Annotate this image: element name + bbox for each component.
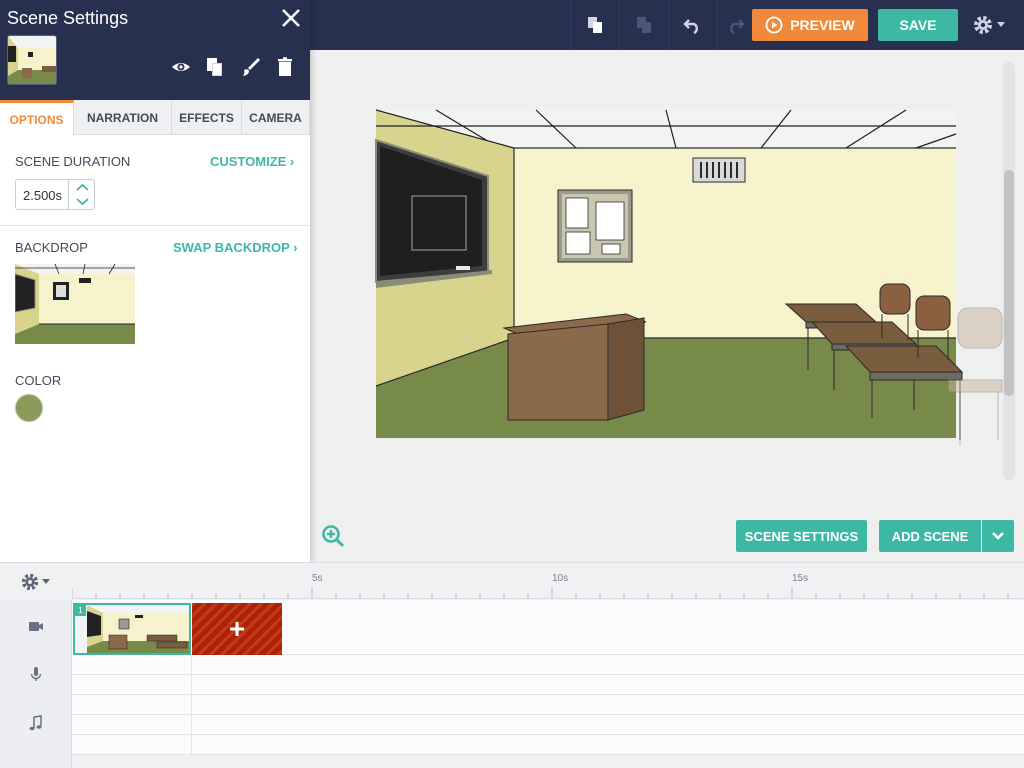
timeline-ruler[interactable]: 5s 10s 15s	[72, 563, 1024, 599]
microphone-icon	[30, 667, 42, 681]
add-scene-button[interactable]: ADD SCENE	[879, 520, 981, 552]
timeline-settings-button[interactable]	[20, 571, 54, 593]
customize-link[interactable]: CUSTOMIZE ›	[210, 154, 294, 169]
music-track-row[interactable]	[72, 735, 1024, 755]
chevron-down-icon	[992, 532, 1004, 540]
gear-icon	[21, 573, 39, 591]
brush-icon[interactable]	[240, 56, 262, 78]
scene-duration-label: SCENE DURATION	[15, 154, 131, 169]
panel-title: Scene Settings	[7, 8, 129, 28]
track-labels	[0, 600, 72, 768]
undo-button[interactable]	[668, 0, 716, 50]
divider	[0, 225, 310, 226]
chevron-down-icon[interactable]	[69, 195, 96, 209]
visibility-eye-icon[interactable]	[170, 56, 192, 78]
paste-button[interactable]	[619, 0, 667, 50]
panel-tabs: OPTIONS NARRATION EFFECTS CAMERA	[0, 100, 310, 136]
preview-label: PREVIEW	[790, 17, 855, 33]
chevron-up-icon[interactable]	[69, 180, 96, 194]
scene-number-badge: 1	[75, 605, 86, 616]
preview-button[interactable]: PREVIEW	[752, 9, 868, 41]
backdrop-thumbnail[interactable]	[15, 264, 135, 344]
duration-spinner[interactable]	[68, 180, 95, 209]
swap-backdrop-link[interactable]: SWAP BACKDROP ›	[173, 240, 297, 255]
close-icon[interactable]	[280, 7, 302, 29]
stage-scrollbar-thumb[interactable]	[1004, 170, 1014, 396]
scene-thumbnail	[7, 35, 57, 85]
copy-icon	[587, 17, 602, 33]
tab-camera[interactable]: CAMERA	[242, 100, 310, 135]
duplicate-icon[interactable]	[204, 56, 226, 78]
color-swatch[interactable]	[15, 394, 43, 422]
panel-header: Scene Settings	[0, 0, 310, 100]
timeline-mark-5s: 5s	[312, 573, 323, 584]
add-scene-clip[interactable]: +	[192, 603, 282, 655]
timeline: 5s 10s 15s 1 +	[0, 562, 1024, 768]
track-divider	[191, 655, 192, 755]
tab-narration[interactable]: NARRATION	[74, 100, 172, 135]
redo-icon	[729, 19, 745, 35]
timeline-mark-10s: 10s	[552, 573, 569, 584]
scene-duration-value[interactable]: 2.500s	[23, 188, 62, 203]
zoom-in-icon[interactable]	[321, 524, 345, 548]
scene-settings-panel: Scene Settings OPTIONS NARRATION EFFECTS…	[0, 0, 310, 562]
save-button[interactable]: SAVE	[878, 9, 958, 41]
scene-duration-stepper[interactable]: 2.500s	[15, 179, 95, 210]
music-note-icon	[29, 715, 42, 731]
gear-icon	[974, 16, 992, 34]
copy-button[interactable]	[570, 0, 618, 50]
backdrop-label: BACKDROP	[15, 240, 88, 255]
add-scene-dropdown-button[interactable]	[982, 520, 1014, 552]
paste-icon	[636, 17, 651, 33]
settings-menu-button[interactable]	[972, 12, 1012, 38]
timeline-mark-15s: 15s	[792, 573, 809, 584]
music-track-row[interactable]	[72, 695, 1024, 715]
caret-down-icon	[997, 22, 1005, 27]
camera-icon	[29, 622, 43, 631]
add-icon: +	[228, 613, 246, 644]
trash-icon[interactable]	[274, 56, 296, 78]
tab-effects[interactable]: EFFECTS	[172, 100, 242, 135]
narration-track-row[interactable]	[72, 675, 1024, 695]
undo-icon	[682, 19, 698, 35]
scene-clip[interactable]: 1	[73, 603, 191, 655]
narration-track-row[interactable]	[72, 655, 1024, 675]
play-circle-icon	[765, 16, 783, 34]
scene-settings-button[interactable]: SCENE SETTINGS	[736, 520, 867, 552]
tab-options[interactable]: OPTIONS	[0, 100, 74, 136]
music-track-row[interactable]	[72, 715, 1024, 735]
scene-canvas[interactable]	[375, 109, 1003, 446]
redo-button[interactable]	[717, 0, 751, 50]
color-label: COLOR	[15, 373, 62, 388]
caret-down-icon	[42, 579, 50, 584]
